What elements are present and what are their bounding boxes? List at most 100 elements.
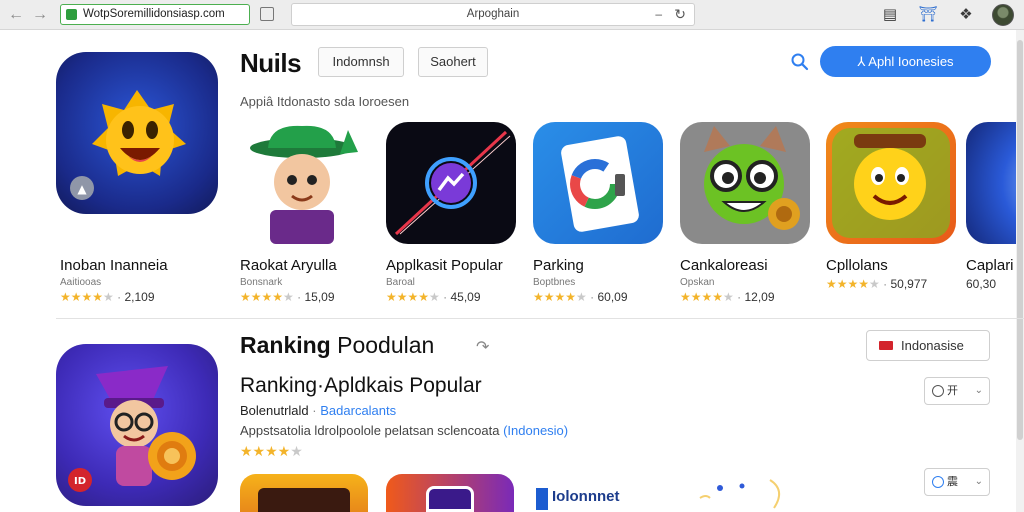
app-card[interactable]: Caplari 60,30: [966, 122, 1016, 307]
app-name: Raokat Aryulla: [240, 257, 337, 274]
featured-rating: ★★★★★: [240, 443, 303, 460]
description-link[interactable]: (Indonesio): [503, 423, 568, 438]
tab-indonesia[interactable]: Indomnsh: [318, 47, 404, 77]
app-tile-partial[interactable]: [240, 474, 368, 512]
app-name: Caplari: [966, 257, 1014, 274]
app-name: Cankaloreasi: [680, 257, 768, 274]
shield-icon[interactable]: ⛩: [918, 5, 938, 25]
search-icon[interactable]: [790, 52, 810, 72]
featured-developer: Bolenutrlald · Badarcalants: [240, 403, 397, 418]
circle-icon: [932, 476, 944, 488]
app-developer: Baroal: [386, 277, 415, 288]
developer-link[interactable]: Badarcalants: [320, 403, 396, 418]
app-card[interactable]: Applkasit Popular Baroal ★★★★★ · 45,09: [386, 122, 526, 307]
wizard-character-icon: ID: [68, 366, 196, 492]
app-card[interactable]: Parking Boptbnes ★★★★★ · 60,09: [533, 122, 673, 307]
svg-text:ID: ID: [74, 476, 86, 487]
region-button[interactable]: Indonasise: [866, 330, 990, 361]
rating-count: 45,09: [450, 290, 481, 304]
app-name: Inoban Inanneia: [60, 257, 168, 274]
rating-count: 50,977: [890, 277, 928, 291]
featured-developer-label: Bolenutrlald: [240, 403, 309, 418]
share-icon[interactable]: ↷: [476, 337, 496, 357]
app-rating: ★★★★★ · 50,977: [826, 277, 928, 291]
address-text: WotpSoremillidonsiasp.com: [83, 8, 225, 20]
featured-description: Appstsatolia ldrolpoolole pelatsan sclen…: [240, 423, 568, 438]
app-card[interactable]: Inoban Inanneia Aaitiooas ★★★★★ · 2,109: [60, 250, 200, 310]
region-button-label: Indonasise: [901, 338, 964, 353]
app-developer: Opskan: [680, 277, 715, 288]
flag-icon: [879, 341, 893, 350]
chevron-down-icon: ⌄: [974, 476, 983, 487]
rating-count: 60,09: [597, 290, 628, 304]
tab-search[interactable]: Saohert: [418, 47, 488, 77]
app-name: Cpllolans: [826, 257, 888, 274]
circle-icon: [932, 385, 944, 397]
blue-logo-icon: [536, 488, 548, 510]
app-rating: ★★★★★ · 12,09: [680, 290, 775, 304]
rating-stars: ★★★★★: [826, 277, 880, 291]
svg-text:▲: ▲: [77, 182, 87, 196]
app-rating: ★★★★★ · 15,09: [240, 290, 335, 304]
sparkle-decoration-icon: [699, 479, 781, 509]
avatar[interactable]: [992, 4, 1014, 26]
url-bar[interactable]: Arpoghain – ↻: [291, 3, 695, 26]
app-icon-green-monster: [680, 122, 810, 244]
featured-description-text: Appstsatolia ldrolpoolole pelatsan sclen…: [240, 423, 500, 438]
url-bar-text: Arpoghain: [466, 8, 520, 20]
extension-icon[interactable]: ❖: [956, 5, 976, 25]
app-icon-smiley-game: [826, 122, 956, 244]
ranking-title-light: Poodulan: [337, 332, 435, 358]
filter-select-2[interactable]: 震 ⌄: [924, 468, 990, 496]
address-field[interactable]: WotpSoremillidonsiasp.com: [60, 4, 250, 25]
featured-app-name[interactable]: Ranking·Apldkais Popular: [240, 374, 482, 398]
app-card[interactable]: Cankaloreasi Opskan ★★★★★ · 12,09: [680, 122, 820, 307]
app-icon-parking: [533, 122, 663, 244]
app-card[interactable]: Cpllolans ★★★★★ · 50,977: [826, 122, 966, 307]
rating-count: 2,109: [124, 290, 155, 304]
ranking-title-bold: Ranking: [240, 332, 331, 358]
section-divider: [56, 318, 1024, 319]
chevron-down-icon: ⌄: [974, 385, 983, 396]
browser-toolbar: ← → WotpSoremillidonsiasp.com Arpoghain …: [0, 0, 1024, 30]
rating-stars: ★★★★★: [533, 290, 587, 304]
ranking-title: Ranking Poodulan: [240, 332, 434, 359]
back-icon[interactable]: ←: [6, 5, 26, 25]
app-developer: Aaitiooas: [60, 277, 102, 288]
featured-app-icon-bottom[interactable]: ID: [56, 344, 218, 506]
rating-stars: ★★★★★: [60, 290, 114, 304]
rating-stars: ★★★★★: [240, 443, 303, 459]
lock-icon: [66, 9, 77, 20]
apps-indonesia-button[interactable]: ⅄ Aphl Ioonesies: [820, 46, 991, 77]
app-name: Applkasit Popular: [386, 257, 503, 274]
app-icon-messenger: [386, 122, 516, 244]
app-rating: 60,30: [966, 277, 1016, 291]
scrollbar-thumb[interactable]: [1017, 40, 1023, 440]
bottom-app-label: Iolonnnet: [552, 488, 620, 505]
app-rating: ★★★★★ · 60,09: [533, 290, 628, 304]
app-developer: Bonsnark: [240, 277, 283, 288]
forward-icon[interactable]: →: [30, 5, 50, 25]
featured-app-icon-top[interactable]: ▲: [56, 52, 218, 214]
filter-select-1[interactable]: 开 ⌄: [924, 377, 990, 405]
rating-count: 12,09: [744, 290, 775, 304]
reader-icon[interactable]: ▤: [880, 5, 900, 25]
smiley-star-icon: ▲: [70, 90, 186, 200]
app-rating: ★★★★★ · 45,09: [386, 290, 481, 304]
app-developer: Boptbnes: [533, 277, 576, 288]
minus-icon[interactable]: –: [655, 4, 662, 25]
rating-count: 15,09: [304, 290, 335, 304]
rating-stars: ★★★★★: [386, 290, 440, 304]
app-icon-hat-character: [240, 122, 370, 244]
app-card[interactable]: Raokat Aryulla Bonsnark ★★★★★ · 15,09: [240, 122, 380, 307]
section-subtitle: Appiâ Itdonasto sda Ioroesen: [240, 94, 410, 109]
rating-stars: ★★★★★: [680, 290, 734, 304]
app-tile-partial[interactable]: [386, 474, 514, 512]
rating-stars: ★★★★★: [240, 290, 294, 304]
page-title: Nuils: [240, 48, 302, 78]
app-icon-globe: [966, 122, 1016, 244]
reload-icon[interactable]: ↻: [674, 4, 686, 25]
tab-square-icon[interactable]: [260, 7, 274, 21]
app-name: Parking: [533, 257, 584, 274]
app-rating: ★★★★★ · 2,109: [60, 290, 155, 304]
